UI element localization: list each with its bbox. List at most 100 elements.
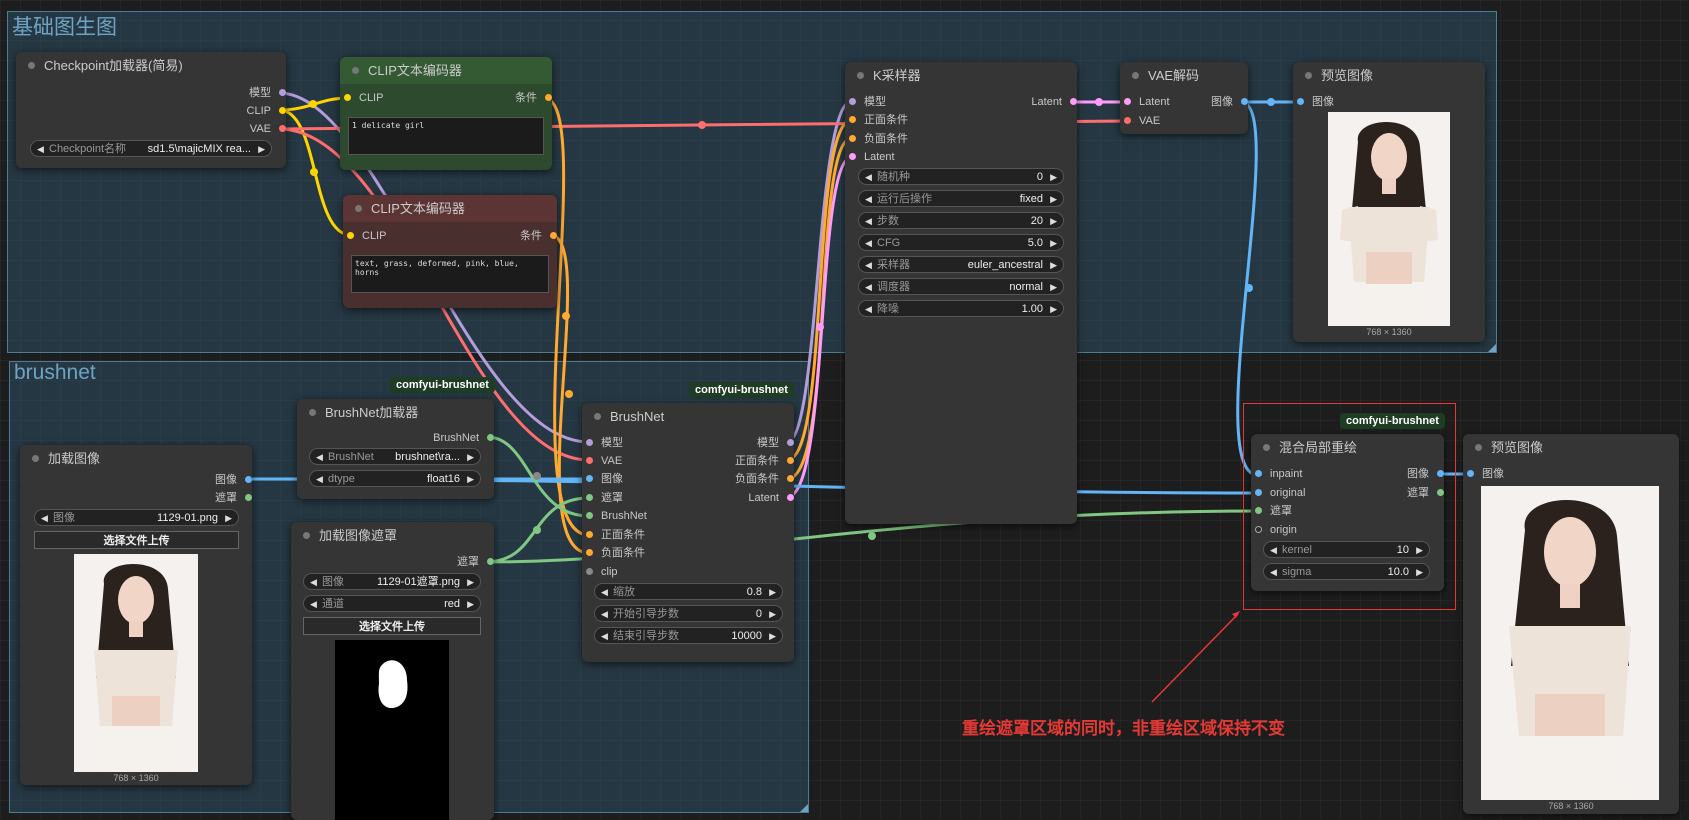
slot-dot[interactable] <box>487 434 494 441</box>
brushnet-model-combo[interactable]: ◀ BrushNet brushnet\ra... ▶ <box>309 448 481 465</box>
slot-dot[interactable] <box>787 494 794 501</box>
output-conditioning[interactable]: 条件 <box>520 229 557 243</box>
node-header[interactable]: 加载图像遮罩 <box>291 522 494 549</box>
node-header[interactable]: 预览图像 <box>1293 62 1485 89</box>
decrement-icon[interactable]: ◀ <box>865 279 872 296</box>
slot-dot[interactable] <box>586 531 593 538</box>
input-latent[interactable]: Latent <box>849 150 895 164</box>
slot-dot[interactable] <box>1124 98 1131 105</box>
decrement-icon[interactable]: ◀ <box>1270 564 1277 581</box>
slot-dot[interactable] <box>1255 507 1262 514</box>
upload-button[interactable]: 选择文件上传 <box>34 531 239 549</box>
decrement-icon[interactable]: ◀ <box>310 596 317 613</box>
slot-dot[interactable] <box>849 116 856 123</box>
input-origin[interactable]: origin <box>1255 523 1297 537</box>
decrement-icon[interactable]: ◀ <box>865 213 872 230</box>
increment-icon[interactable]: ▶ <box>467 596 474 613</box>
node-preview-image-1[interactable]: 预览图像 图像 768 × 1360 <box>1293 62 1485 342</box>
node-header[interactable]: Checkpoint加载器(简易) <box>16 52 286 79</box>
ckpt-name-combo[interactable]: ◀ Checkpoint名称 sd1.5\majicMIX rea... ▶ <box>30 140 272 157</box>
node-header[interactable]: 混合局部重绘 <box>1251 434 1444 461</box>
input-mask[interactable]: 遮罩 <box>586 491 623 505</box>
slot-dot[interactable] <box>1070 98 1077 105</box>
slot-dot[interactable] <box>849 135 856 142</box>
input-inpaint[interactable]: inpaint <box>1255 467 1302 481</box>
collapse-dot[interactable] <box>1263 444 1270 451</box>
collapse-dot[interactable] <box>1305 72 1312 79</box>
input-image[interactable]: 图像 <box>586 472 623 486</box>
node-blend-inpaint[interactable]: 混合局部重绘 inpaint original 遮罩 origin 图像 遮罩 … <box>1251 434 1444 591</box>
slot-dot[interactable] <box>344 94 351 101</box>
output-clip[interactable]: CLIP <box>247 104 286 118</box>
output-brushnet[interactable]: BrushNet <box>433 431 494 445</box>
decrement-icon[interactable]: ◀ <box>865 257 872 274</box>
output-vae[interactable]: VAE <box>250 122 286 136</box>
input-model[interactable]: 模型 <box>849 95 886 109</box>
input-image[interactable]: 图像 <box>1297 95 1334 109</box>
slot-dot[interactable] <box>1297 98 1304 105</box>
node-header[interactable]: CLIP文本编码器 <box>340 57 552 84</box>
output-latent[interactable]: Latent <box>1031 95 1077 109</box>
slot-dot[interactable] <box>586 512 593 519</box>
node-header[interactable]: BrushNet加载器 <box>297 399 494 426</box>
input-brushnet[interactable]: BrushNet <box>586 509 647 523</box>
increment-icon[interactable]: ▶ <box>1050 213 1057 230</box>
output-mask[interactable]: 遮罩 <box>215 491 252 505</box>
input-original[interactable]: original <box>1255 486 1305 500</box>
increment-icon[interactable]: ▶ <box>769 606 776 623</box>
sampler-widget[interactable]: ◀ 采样器 euler_ancestral ▶ <box>858 256 1064 273</box>
slot-dot[interactable] <box>279 89 286 96</box>
input-clip[interactable]: CLIP <box>347 229 386 243</box>
collapse-dot[interactable] <box>309 409 316 416</box>
decrement-icon[interactable]: ◀ <box>865 169 872 186</box>
output-model[interactable]: 模型 <box>757 436 794 450</box>
node-load-image-mask[interactable]: 加载图像遮罩 遮罩 ◀ 图像 1129-01遮罩.png ▶ ◀ 通道 red ▶ 选择文件… <box>291 522 494 820</box>
slot-dot[interactable] <box>787 457 794 464</box>
output-mask[interactable]: 遮罩 <box>1407 486 1444 500</box>
node-header[interactable]: 预览图像 <box>1463 434 1679 461</box>
collapse-dot[interactable] <box>1475 444 1482 451</box>
node-clip-text-positive[interactable]: CLIP文本编码器 CLIP 条件 1 delicate girl <box>340 57 552 170</box>
increment-icon[interactable]: ▶ <box>1050 301 1057 318</box>
dtype-combo[interactable]: ◀ dtype float16 ▶ <box>309 470 481 487</box>
input-positive[interactable]: 正面条件 <box>849 113 908 127</box>
slot-dot[interactable] <box>586 494 593 501</box>
input-latent[interactable]: Latent <box>1124 95 1170 109</box>
input-vae[interactable]: VAE <box>1124 114 1160 128</box>
slot-dot[interactable] <box>586 439 593 446</box>
node-clip-text-negative[interactable]: CLIP文本编码器 CLIP 条件 text, grass, deformed,… <box>343 195 557 308</box>
slot-dot[interactable] <box>586 568 593 575</box>
input-mask[interactable]: 遮罩 <box>1255 504 1292 518</box>
slot-dot[interactable] <box>586 549 593 556</box>
output-conditioning[interactable]: 条件 <box>515 91 552 105</box>
increment-icon[interactable]: ▶ <box>1050 257 1057 274</box>
slot-dot[interactable] <box>545 94 552 101</box>
collapse-dot[interactable] <box>857 72 864 79</box>
collapse-dot[interactable] <box>594 413 601 420</box>
seed-widget[interactable]: ◀ 随机种 0 ▶ <box>858 168 1064 185</box>
decrement-icon[interactable]: ◀ <box>310 574 317 591</box>
slot-dot[interactable] <box>586 457 593 464</box>
scheduler-widget[interactable]: ◀ 调度器 normal ▶ <box>858 278 1064 295</box>
slot-dot[interactable] <box>245 494 252 501</box>
input-clip[interactable]: CLIP <box>344 91 383 105</box>
increment-icon[interactable]: ▶ <box>467 574 474 591</box>
input-image[interactable]: 图像 <box>1467 467 1504 481</box>
node-header[interactable]: 加载图像 <box>20 445 252 472</box>
decrement-icon[interactable]: ◀ <box>601 606 608 623</box>
slot-dot[interactable] <box>245 476 252 483</box>
input-negative[interactable]: 负面条件 <box>849 132 908 146</box>
input-negative[interactable]: 负面条件 <box>586 546 645 560</box>
slot-dot[interactable] <box>787 475 794 482</box>
slot-dot[interactable] <box>1255 470 1262 477</box>
node-header[interactable]: CLIP文本编码器 <box>343 195 557 222</box>
decrement-icon[interactable]: ◀ <box>601 584 608 601</box>
start-at-widget[interactable]: ◀ 开始引导步数 0 ▶ <box>594 605 783 622</box>
slot-dot[interactable] <box>1255 489 1262 496</box>
increment-icon[interactable]: ▶ <box>1416 564 1423 581</box>
slot-dot[interactable] <box>279 125 286 132</box>
channel-combo[interactable]: ◀ 通道 red ▶ <box>303 595 481 612</box>
steps-widget[interactable]: ◀ 步数 20 ▶ <box>858 212 1064 229</box>
collapse-dot[interactable] <box>355 205 362 212</box>
slot-dot[interactable] <box>586 475 593 482</box>
